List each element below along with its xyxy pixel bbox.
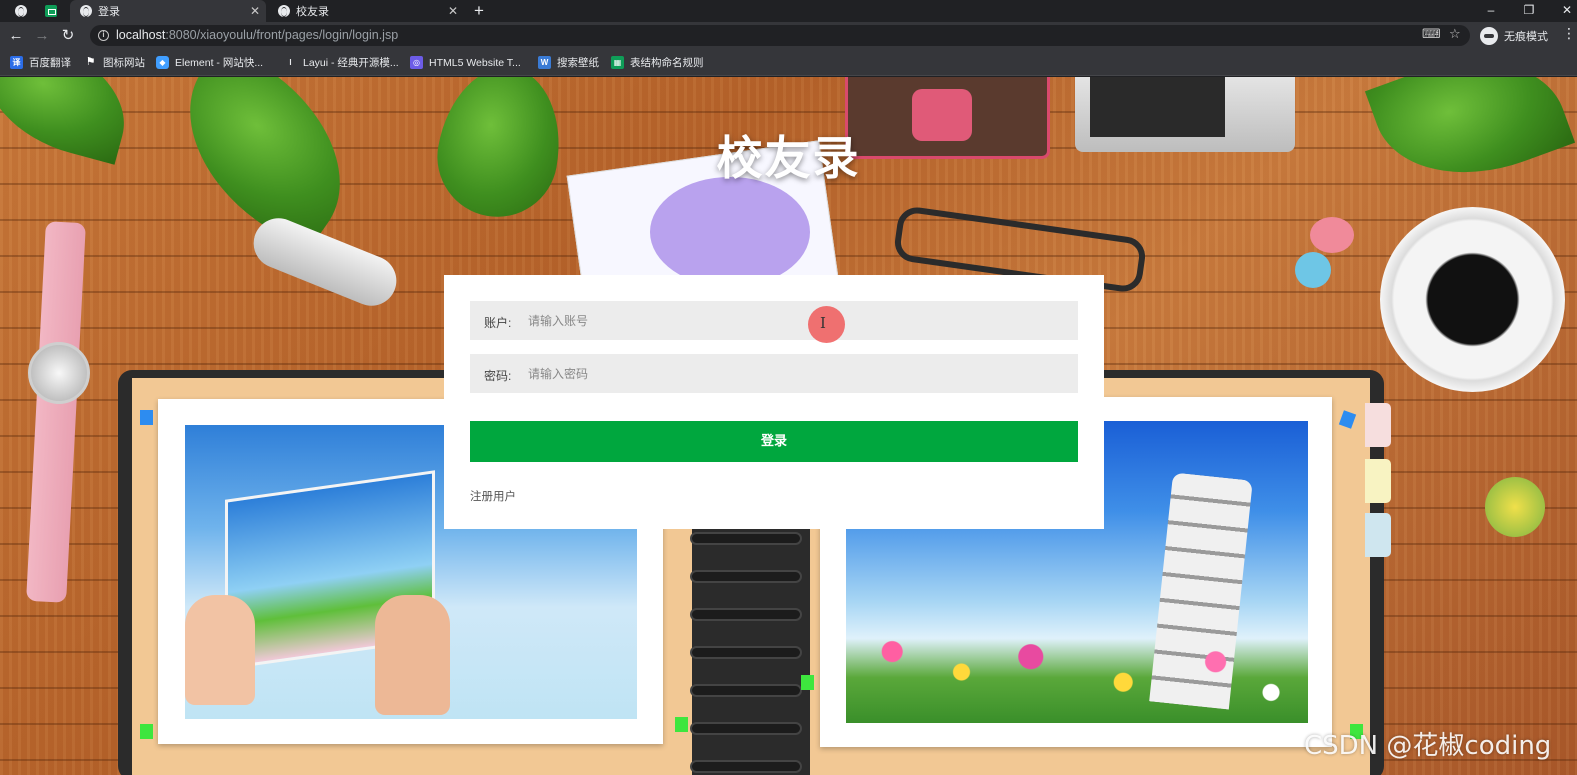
globe-icon (80, 5, 92, 17)
close-icon[interactable]: ✕ (250, 4, 260, 18)
layui-icon: l (289, 58, 292, 67)
browser-tab-bar: 登录 ✕ 校友录 ✕ + – ❐ ✕ (0, 0, 1577, 22)
notebook-tab (1365, 513, 1391, 557)
bookmark-item[interactable]: l Layui - 经典开源模... (284, 55, 399, 70)
wallpaper-icon: W (538, 56, 551, 69)
poker-chip-decoration (1485, 477, 1545, 537)
url-path: :8080/xiaoyoulu/front/pages/login/login.… (165, 28, 399, 42)
notebook-ring (690, 532, 802, 545)
bookmarks-bar: 译百度翻译 ⚑ 图标网站 ◆ Element - 网站快... l Layui - 经… (0, 49, 1577, 76)
new-tab-button[interactable]: + (474, 0, 484, 22)
address-bar[interactable]: i localhost:8080/xiaoyoulu/front/pages/l… (90, 25, 1470, 46)
login-form: 账户: 密码: 登录 注册用户 (444, 275, 1104, 529)
account-input[interactable] (528, 301, 1068, 340)
password-field: 密码: (470, 354, 1078, 393)
password-label: 密码: (484, 369, 512, 383)
photo-corner (801, 675, 814, 690)
notebook-ring (690, 608, 802, 621)
watermark: CSDN @花椒coding (1304, 731, 1552, 761)
star-icon[interactable]: ☆ (1449, 26, 1461, 42)
info-icon[interactable]: i (98, 30, 109, 41)
watch-face (28, 342, 90, 404)
bookmark-item[interactable]: ◆ Element - 网站快... (156, 55, 263, 70)
lollipop-decoration (1310, 217, 1354, 253)
close-icon[interactable]: ✕ (448, 4, 458, 18)
register-link[interactable]: 注册用户 (470, 488, 516, 504)
bookmark-item[interactable]: ◎ HTML5 Website T... (410, 55, 521, 70)
hand-image (185, 595, 255, 705)
globe-icon (15, 5, 27, 17)
back-arrow-icon[interactable]: ← (6, 26, 26, 46)
tab-title: 校友录 (296, 6, 329, 18)
account-field: 账户: (470, 301, 1078, 340)
text-cursor-icon: I (820, 314, 826, 332)
bookmark-label: Layui - 经典开源模... (303, 57, 399, 69)
browser-toolbar: ← → ↻ i localhost:8080/xiaoyoulu/front/p… (0, 22, 1577, 49)
sheet-icon: ▦ (611, 56, 624, 69)
click-indicator (808, 306, 845, 343)
url-host: localhost (116, 28, 166, 42)
bookmark-item[interactable]: ▦ 表结构命名规则 (611, 55, 704, 70)
forward-arrow-icon[interactable]: → (32, 26, 52, 46)
flowers-image (846, 621, 1308, 723)
photo-corner (140, 410, 153, 425)
bookmark-label: Element - 网站快... (175, 57, 264, 69)
tab-login[interactable]: 登录 ✕ (70, 0, 266, 22)
photo-corner (675, 717, 688, 732)
notebook-ring (690, 760, 802, 773)
sheet-icon (45, 5, 57, 17)
flag-icon: ⚑ (85, 56, 96, 68)
window-close-button[interactable]: ✕ (1547, 0, 1577, 22)
notebook-tab (1365, 459, 1391, 503)
notebook-ring (690, 646, 802, 659)
bookmark-label: HTML5 Website T... (429, 56, 521, 69)
notebook-ring (690, 570, 802, 583)
login-button[interactable]: 登录 (470, 421, 1078, 462)
password-input[interactable] (528, 354, 1068, 393)
bookmark-label: 图标网站 (103, 57, 145, 69)
incognito-badge[interactable]: 无痕模式 (1480, 25, 1548, 46)
notebook-ring (690, 722, 802, 735)
bookmark-item[interactable]: W 搜索壁纸 (538, 55, 599, 70)
login-page: 校友录 账户: 密码: 登录 注册用户 I CSDN @花椒coding (0, 77, 1577, 775)
pinned-tab-sheet[interactable] (36, 0, 66, 22)
incognito-label: 无痕模式 (1504, 30, 1548, 43)
translate-icon[interactable]: ⌨ (1422, 26, 1441, 42)
page-title: 校友录 (716, 131, 861, 185)
reload-icon[interactable]: ↻ (58, 26, 78, 46)
coffee-cup-decoration (1380, 207, 1565, 392)
restore-button[interactable]: ❐ (1509, 0, 1549, 22)
tab-title: 登录 (98, 6, 120, 18)
watch-strap (26, 221, 86, 603)
minimize-button[interactable]: – (1471, 0, 1511, 22)
photo-corner (140, 724, 153, 739)
notebook-ring (690, 684, 802, 697)
cloud-sticker (650, 177, 810, 287)
incognito-icon (1480, 26, 1498, 45)
bookmark-label: 搜索壁纸 (557, 57, 599, 69)
menu-icon[interactable]: ⋮ (1562, 25, 1576, 42)
html5-icon: ◎ (410, 56, 423, 69)
account-label: 账户: (484, 316, 512, 330)
tab-alumni[interactable]: 校友录 ✕ (268, 0, 464, 22)
hand-image (375, 595, 450, 715)
element-icon: ◆ (156, 56, 169, 69)
globe-icon (278, 5, 290, 17)
bookmark-label: 表结构命名规则 (630, 57, 704, 69)
notebook-tab (1365, 403, 1391, 447)
translate-icon: 译 (10, 56, 23, 69)
bookmark-item[interactable]: 译百度翻译 (10, 55, 71, 70)
bookmark-label: 百度翻译 (29, 57, 71, 69)
bookmark-item[interactable]: ⚑ 图标网站 (84, 55, 145, 70)
pinned-tab[interactable] (6, 0, 36, 22)
lollipop-decoration (1295, 252, 1331, 288)
